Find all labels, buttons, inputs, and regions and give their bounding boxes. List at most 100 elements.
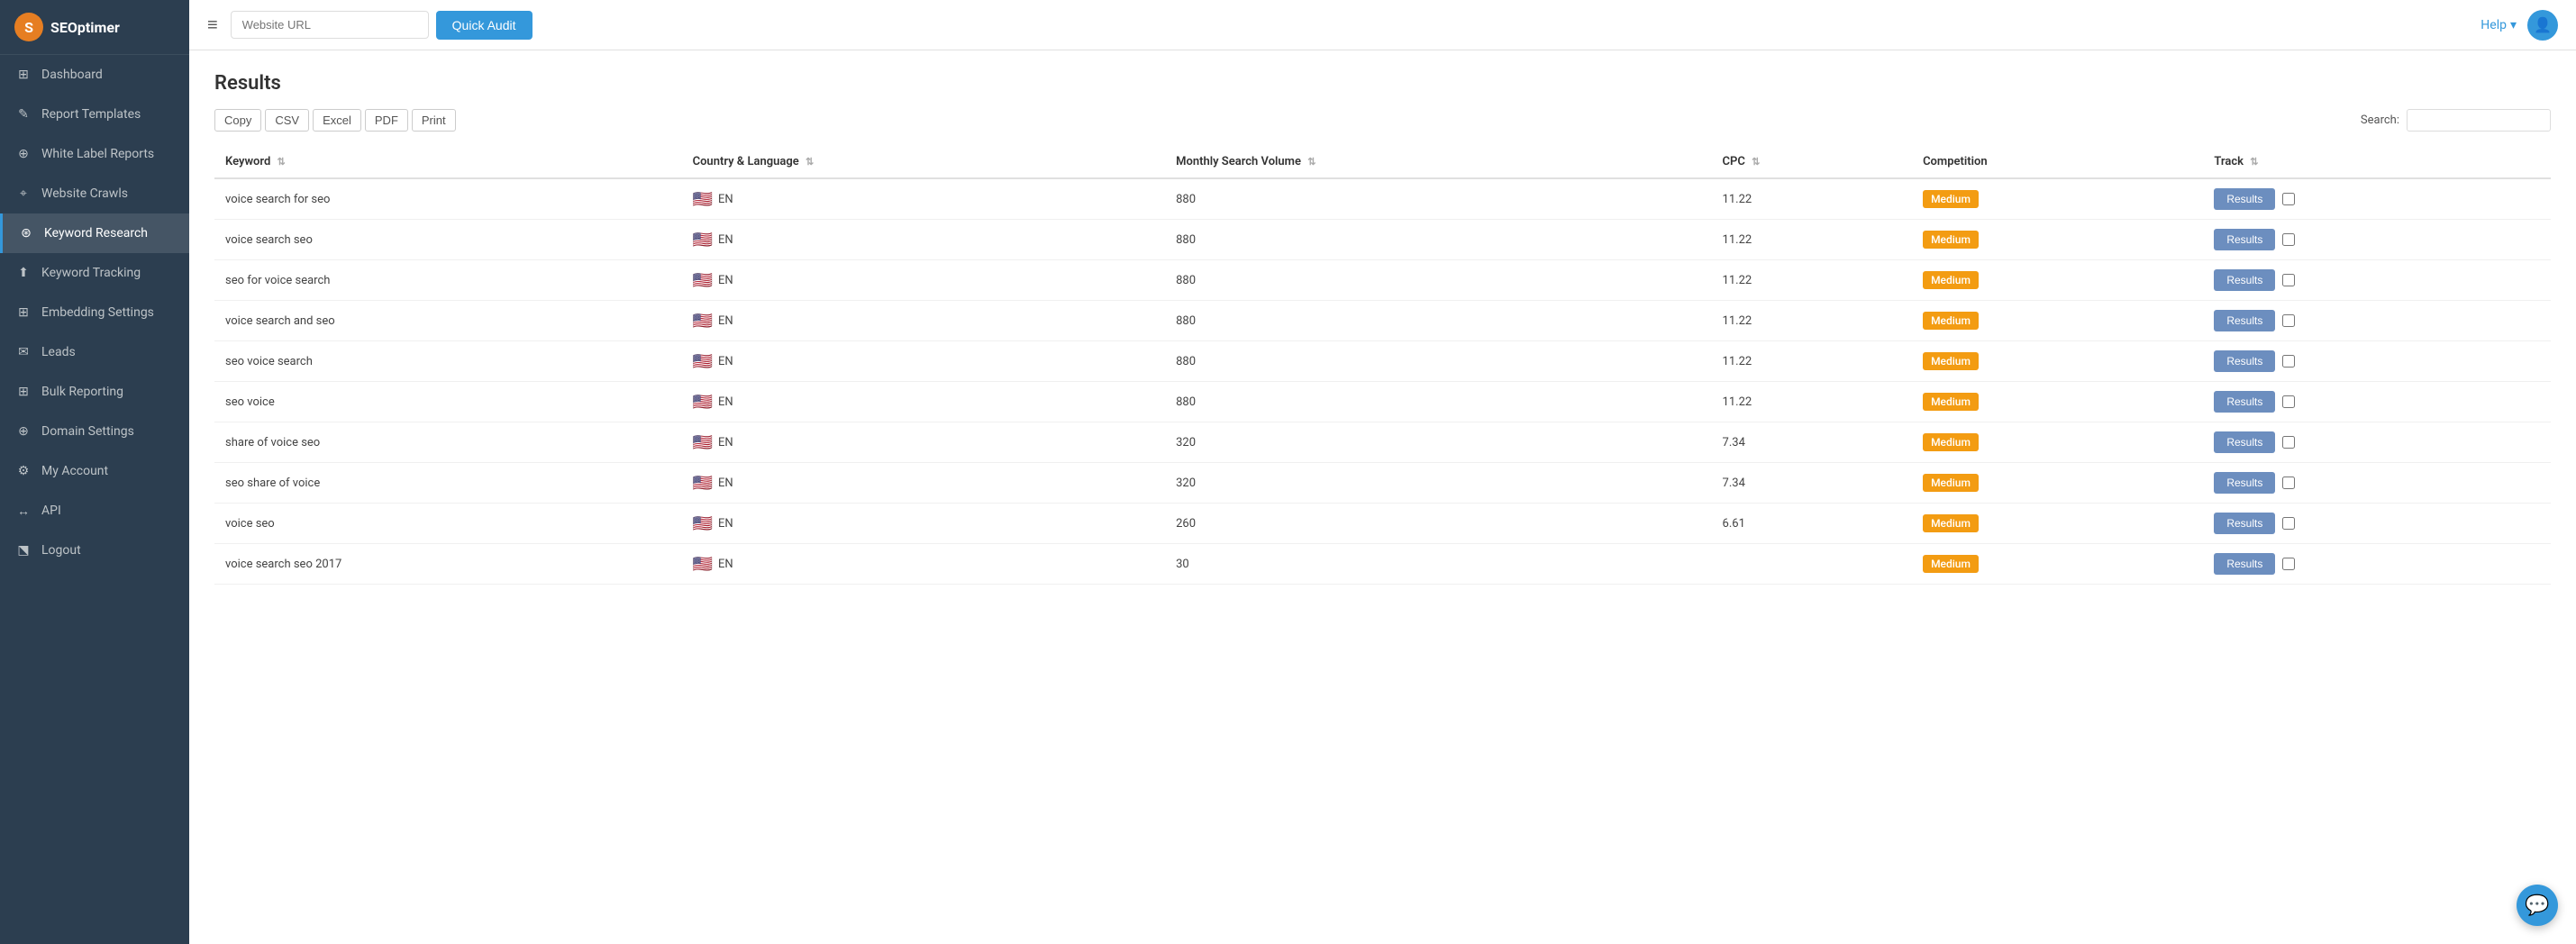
lang-1: EN [718,233,733,247]
sidebar-item-bulk-reporting[interactable]: ⊞ Bulk Reporting [0,372,189,412]
results-table: Keyword ⇅ Country & Language ⇅ Monthly S… [214,146,2551,585]
flag-3: 🇺🇸 [693,312,713,331]
lang-3: EN [718,314,733,328]
main-area: ≡ Quick Audit Help ▾ 👤 Results Copy CSV … [189,0,2576,944]
lang-7: EN [718,477,733,490]
chevron-down-icon: ▾ [2510,18,2517,32]
cell-keyword-6: share of voice seo [214,422,682,463]
sidebar-item-my-account[interactable]: ⚙ My Account [0,451,189,491]
results-button-8[interactable]: Results [2214,513,2275,534]
results-button-4[interactable]: Results [2214,350,2275,372]
copy-button[interactable]: Copy [214,109,261,132]
cell-keyword-2: seo for voice search [214,260,682,301]
cell-track-2: Results [2203,260,2551,301]
cell-competition-4: Medium [1912,341,2203,382]
cell-country-6: 🇺🇸 EN [682,422,1166,463]
sidebar-item-logout[interactable]: ⬔ Logout [0,531,189,570]
col-volume: Monthly Search Volume ⇅ [1165,146,1711,178]
chat-bubble[interactable]: 💬 [2517,885,2558,926]
col-cpc: CPC ⇅ [1712,146,1913,178]
search-input[interactable] [2407,109,2551,132]
cell-cpc-7: 7.34 [1712,463,1913,504]
results-button-6[interactable]: Results [2214,431,2275,453]
hamburger-icon[interactable]: ≡ [207,14,218,36]
competition-badge-8: Medium [1923,514,1979,532]
cell-track-7: Results [2203,463,2551,504]
lang-6: EN [718,436,733,449]
lang-4: EN [718,355,733,368]
sort-keyword-icon[interactable]: ⇅ [278,156,286,168]
pdf-button[interactable]: PDF [365,109,408,132]
sidebar: S SEOptimer ⊞ Dashboard ✎ Report Templat… [0,0,189,944]
sidebar-item-white-label-reports[interactable]: ⊕ White Label Reports [0,134,189,174]
sort-volume-icon[interactable]: ⇅ [1307,156,1315,168]
cell-track-3: Results [2203,301,2551,341]
help-button[interactable]: Help ▾ [2480,18,2517,32]
logo-text: SEOptimer [50,19,120,36]
cell-country-4: 🇺🇸 EN [682,341,1166,382]
results-button-1[interactable]: Results [2214,229,2275,250]
flag-2: 🇺🇸 [693,271,713,290]
sort-country-icon[interactable]: ⇅ [806,156,814,168]
results-button-2[interactable]: Results [2214,269,2275,291]
track-checkbox-9[interactable] [2282,558,2295,570]
sidebar-item-dashboard[interactable]: ⊞ Dashboard [0,55,189,95]
url-input[interactable] [231,11,429,39]
track-checkbox-7[interactable] [2282,477,2295,489]
sort-track-icon[interactable]: ⇅ [2250,156,2258,168]
cell-keyword-4: seo voice search [214,341,682,382]
sidebar-label-dashboard: Dashboard [41,68,103,82]
user-avatar[interactable]: 👤 [2527,10,2558,41]
sidebar-label-keyword-research: Keyword Research [44,226,148,241]
website-crawls-icon: ⌖ [14,185,32,203]
sidebar-item-domain-settings[interactable]: ⊕ Domain Settings [0,412,189,451]
excel-button[interactable]: Excel [313,109,361,132]
competition-badge-1: Medium [1923,231,1979,249]
track-checkbox-0[interactable] [2282,193,2295,205]
track-checkbox-8[interactable] [2282,517,2295,530]
cell-cpc-6: 7.34 [1712,422,1913,463]
sidebar-item-website-crawls[interactable]: ⌖ Website Crawls [0,174,189,213]
cell-volume-4: 880 [1165,341,1711,382]
cell-track-1: Results [2203,220,2551,260]
sidebar-item-keyword-tracking[interactable]: ⬆ Keyword Tracking [0,253,189,293]
cell-country-8: 🇺🇸 EN [682,504,1166,544]
report-templates-icon: ✎ [14,105,32,123]
cell-cpc-1: 11.22 [1712,220,1913,260]
results-button-5[interactable]: Results [2214,391,2275,413]
sidebar-item-embedding-settings[interactable]: ⊞ Embedding Settings [0,293,189,332]
cell-country-0: 🇺🇸 EN [682,178,1166,220]
results-button-7[interactable]: Results [2214,472,2275,494]
flag-7: 🇺🇸 [693,474,713,493]
results-button-3[interactable]: Results [2214,310,2275,331]
csv-button[interactable]: CSV [265,109,309,132]
results-button-9[interactable]: Results [2214,553,2275,575]
sidebar-item-report-templates[interactable]: ✎ Report Templates [0,95,189,134]
flag-0: 🇺🇸 [693,190,713,209]
track-checkbox-6[interactable] [2282,436,2295,449]
col-country: Country & Language ⇅ [682,146,1166,178]
sidebar-item-leads[interactable]: ✉ Leads [0,332,189,372]
track-checkbox-3[interactable] [2282,314,2295,327]
competition-badge-3: Medium [1923,312,1979,330]
track-checkbox-4[interactable] [2282,355,2295,368]
print-button[interactable]: Print [412,109,456,132]
sidebar-item-api[interactable]: ↔ API [0,491,189,531]
bulk-reporting-icon: ⊞ [14,383,32,401]
page-title: Results [214,72,2551,95]
sidebar-item-keyword-research[interactable]: ⊛ Keyword Research [0,213,189,253]
cell-volume-8: 260 [1165,504,1711,544]
domain-settings-icon: ⊕ [14,422,32,440]
cell-cpc-2: 11.22 [1712,260,1913,301]
track-checkbox-5[interactable] [2282,395,2295,408]
quick-audit-button[interactable]: Quick Audit [436,11,532,40]
competition-badge-9: Medium [1923,555,1979,573]
track-checkbox-1[interactable] [2282,233,2295,246]
sort-cpc-icon[interactable]: ⇅ [1752,156,1760,168]
table-row: seo voice search 🇺🇸 EN 880 11.22 Medium … [214,341,2551,382]
track-checkbox-2[interactable] [2282,274,2295,286]
table-row: share of voice seo 🇺🇸 EN 320 7.34 Medium… [214,422,2551,463]
white-label-reports-icon: ⊕ [14,145,32,163]
results-button-0[interactable]: Results [2214,188,2275,210]
cell-competition-2: Medium [1912,260,2203,301]
